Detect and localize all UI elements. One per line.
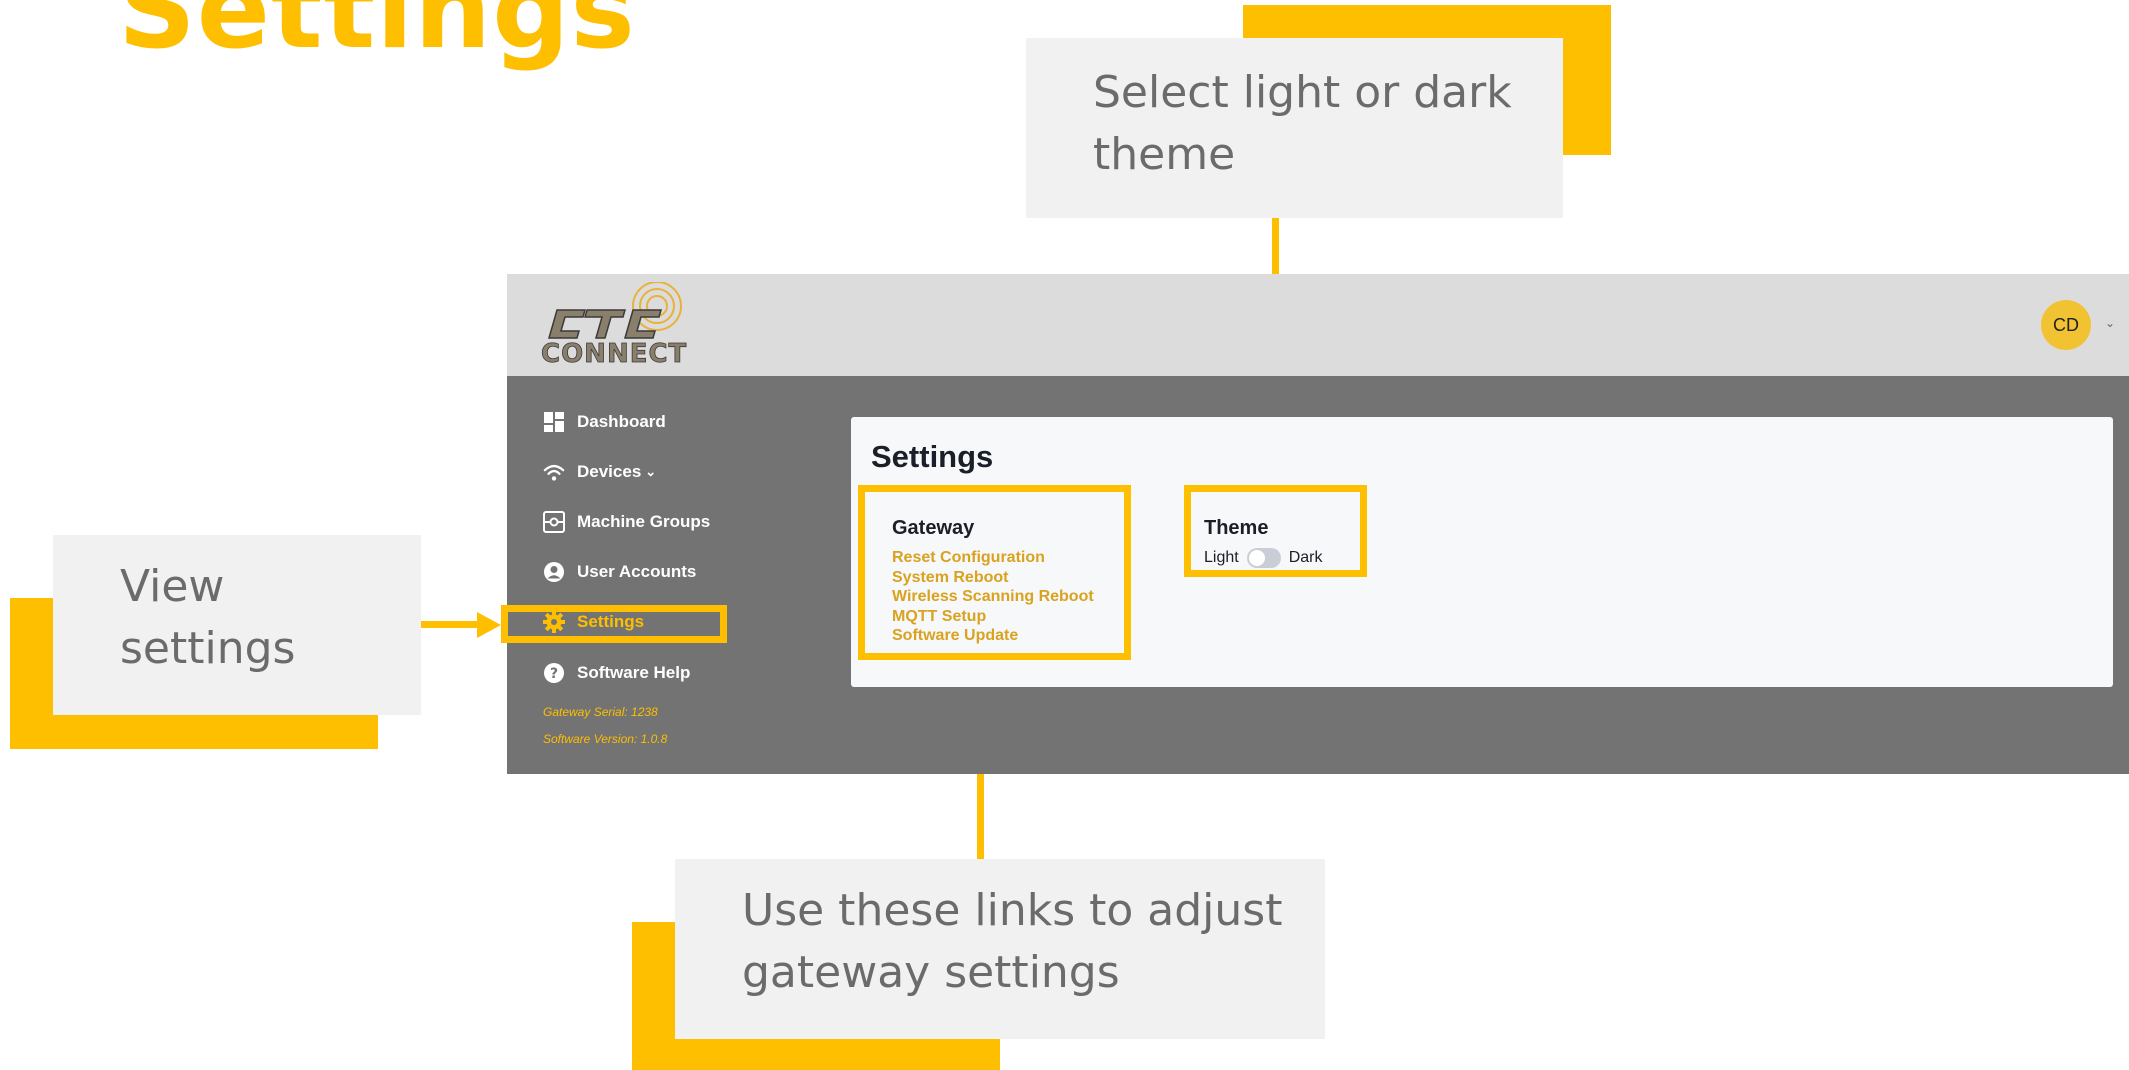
help-circle-icon: ?	[543, 662, 565, 684]
page-title: Settings	[871, 439, 994, 474]
sidebar-item-label: Dashboard	[577, 412, 666, 431]
user-circle-icon	[543, 561, 565, 583]
software-version: Software Version: 1.0.8	[543, 732, 668, 746]
wifi-icon	[543, 461, 565, 483]
sidebar-item-dashboard[interactable]: Dashboard	[543, 404, 666, 440]
svg-text:CONNECT: CONNECT	[541, 339, 687, 369]
user-avatar[interactable]: CD	[2041, 300, 2091, 350]
highlight-gateway-links	[858, 485, 1131, 660]
chevron-down-icon[interactable]: ⌄	[2105, 316, 2115, 330]
callout-settings-text: View settings	[120, 561, 296, 674]
callout-settings: View settings	[53, 535, 421, 715]
ctc-connect-logo[interactable]: CONNECT	[539, 281, 689, 370]
chevron-down-icon[interactable]: ⌄	[645, 464, 656, 480]
callout-gateway-text: Use these links to adjust gateway settin…	[742, 885, 1283, 998]
callout-theme: Select light or dark theme	[1026, 38, 1563, 218]
sidebar-item-user-accounts[interactable]: User Accounts	[543, 554, 696, 590]
sidebar-item-label: Devices	[577, 462, 642, 481]
slide-title: Settings	[118, 0, 636, 73]
app-window: CONNECT CD ⌄ Dashboard Devices ⌄ Machine…	[501, 274, 2129, 774]
sidebar-item-label: Software Help	[577, 663, 691, 682]
sidebar-item-label: User Accounts	[577, 562, 697, 581]
dashboard-icon	[543, 411, 565, 433]
callout-gateway: Use these links to adjust gateway settin…	[675, 859, 1325, 1039]
svg-text:?: ?	[550, 666, 558, 682]
sidebar-item-label: Machine Groups	[577, 512, 711, 531]
sidebar-item-software-help[interactable]: ? Software Help	[543, 655, 690, 691]
settings-card: Settings Gateway Reset Configuration Sys…	[851, 417, 2113, 687]
arrow-settings-head	[477, 612, 501, 638]
sidebar-item-devices[interactable]: Devices ⌄	[543, 454, 656, 490]
arrow-settings-line	[421, 621, 479, 628]
machine-groups-icon	[543, 511, 565, 533]
app-header: CONNECT CD ⌄	[507, 274, 2129, 376]
gateway-serial: Gateway Serial: 1238	[543, 705, 658, 719]
highlight-settings-nav	[501, 605, 727, 643]
callout-theme-text: Select light or dark theme	[1093, 67, 1512, 180]
sidebar-item-machine-groups[interactable]: Machine Groups	[543, 504, 710, 540]
highlight-theme	[1184, 485, 1367, 577]
